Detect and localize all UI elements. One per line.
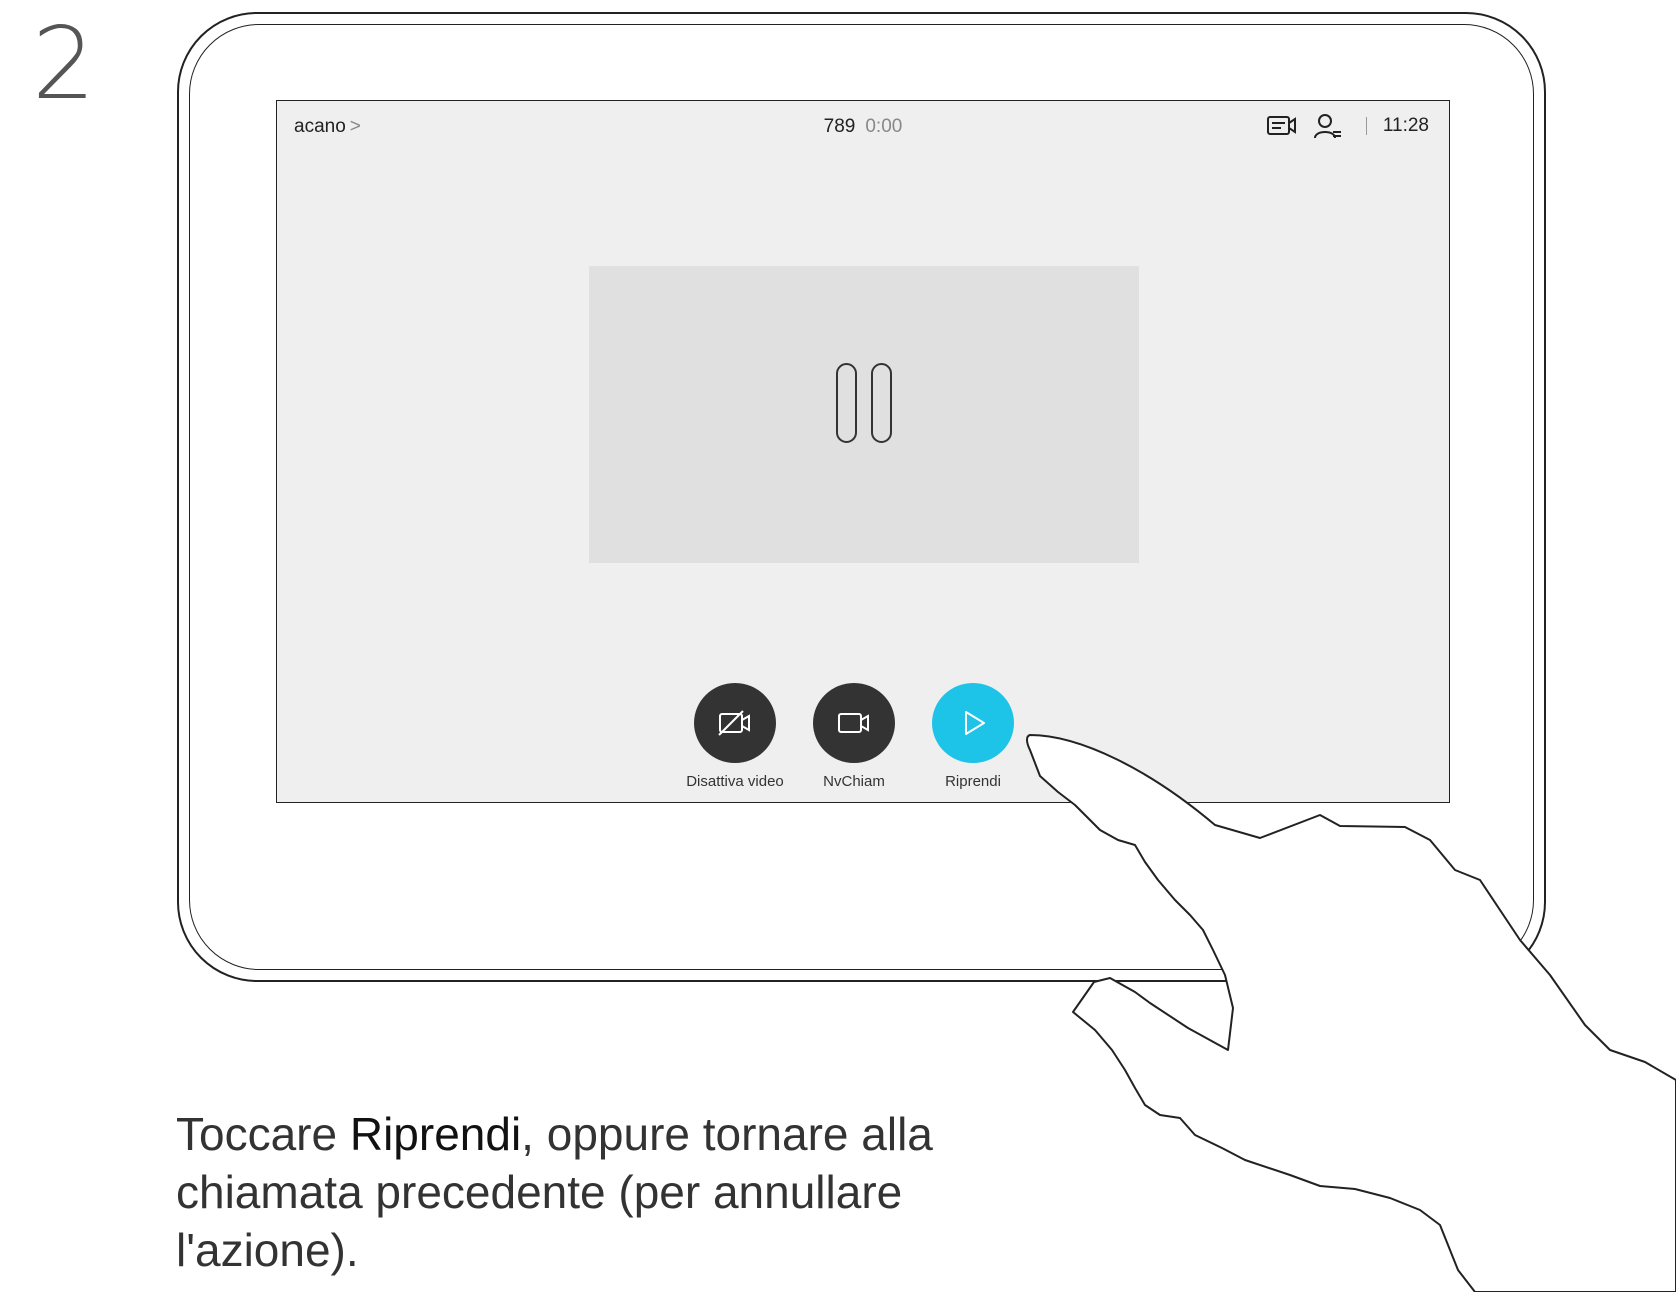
call-duration: 0:00: [865, 116, 903, 137]
separator: [1365, 117, 1367, 135]
clock: 11:28: [1382, 115, 1429, 136]
touch-screen: acano > 789 0:00 11:28 Disattiva video N…: [276, 100, 1450, 803]
pause-icon: [836, 363, 892, 443]
resume-label: Riprendi: [945, 773, 1001, 790]
step-number: 2: [32, 5, 96, 122]
instruction-before: Toccare: [176, 1108, 350, 1160]
call-number: 789: [823, 116, 856, 137]
instruction-bold: Riprendi: [349, 1108, 522, 1160]
call-controls: Disattiva video NvChiam Riprendi: [277, 683, 1449, 790]
held-call-tile: [589, 266, 1139, 563]
resume-control: Riprendi: [903, 683, 1043, 790]
status-bar: acano > 789 0:00 11:28: [277, 101, 1449, 151]
resume-button[interactable]: [932, 683, 1014, 763]
instruction-text: Toccare Riprendi, oppure tornare alla ch…: [176, 1105, 1076, 1279]
play-icon: [965, 711, 985, 735]
video-layout-icon[interactable]: [1266, 112, 1298, 140]
participants-icon[interactable]: [1312, 112, 1344, 140]
video-camera-icon: [838, 713, 869, 733]
new-call-button[interactable]: [813, 683, 895, 763]
status-right: 11:28: [1252, 111, 1429, 141]
video-off-icon: [718, 710, 750, 736]
disable-video-button[interactable]: [694, 683, 776, 763]
